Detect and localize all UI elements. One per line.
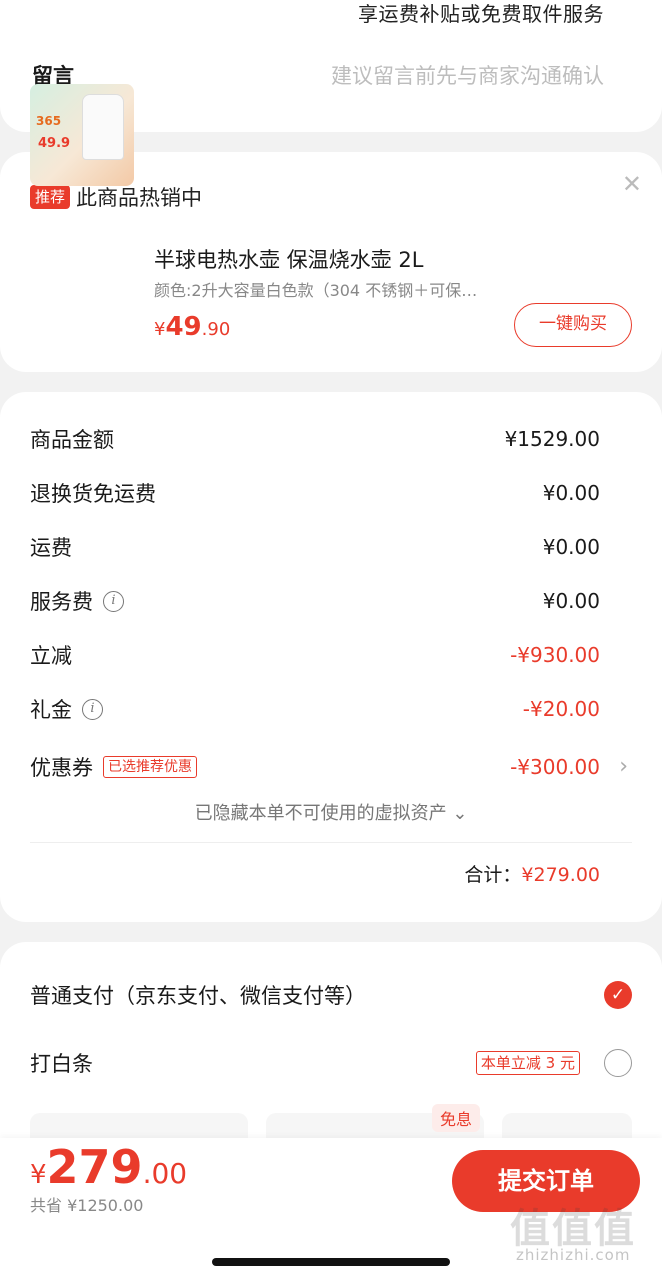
summary-row-coupon[interactable]: 优惠券 已选推荐优惠 -¥300.00 (30, 752, 600, 782)
recommend-header: 推荐 此商品热销中 (30, 182, 202, 212)
summary-row-shipping: 运费 ¥0.00 (30, 532, 600, 562)
service-fee-label: 服务费 (30, 590, 93, 614)
summary-label: 礼金 i (30, 694, 103, 724)
summary-value: ¥0.00 (542, 589, 600, 613)
product-image[interactable]: 365 49.9 (30, 84, 134, 186)
divider (30, 842, 632, 843)
summary-label: 立减 (30, 644, 72, 668)
summary-value: ¥1529.00 (504, 427, 600, 451)
summary-label: 服务费 i (30, 586, 124, 616)
payment-option-baitiao[interactable]: 打白条 本单立减 3 元 (30, 1048, 632, 1078)
watermark-url: zhizhizhi.com (516, 1246, 631, 1264)
total-label: 合计： (464, 864, 522, 886)
coupon-label: 优惠券 (30, 756, 93, 780)
summary-row-discount: 立减 -¥930.00 (30, 640, 600, 670)
bottom-price: ¥279.00 (30, 1140, 187, 1194)
summary-label: 运费 (30, 536, 72, 560)
product-price: ¥49.90 (154, 312, 230, 342)
image-label-365: 365 (36, 114, 62, 128)
home-indicator[interactable] (212, 1258, 450, 1266)
checked-icon[interactable]: ✓ (604, 981, 632, 1009)
image-label-price: 49.9 (38, 136, 71, 151)
summary-label: 商品金额 (30, 428, 114, 452)
interest-free-badge: 免息 (432, 1104, 481, 1132)
hidden-assets-toggle[interactable]: 已隐藏本单不可使用的虚拟资产 ⌄ (0, 799, 662, 825)
summary-value: -¥20.00 (522, 697, 600, 721)
radio-icon[interactable] (604, 1049, 632, 1077)
chevron-right-icon[interactable]: › (619, 754, 628, 779)
message-input[interactable]: 建议留言前先与商家沟通确认 (331, 60, 604, 90)
summary-value: -¥300.00 (510, 755, 600, 779)
summary-label: 优惠券 已选推荐优惠 (30, 752, 197, 782)
product-spec: 颜色:2升大容量白色款（304 不锈钢＋可保… (154, 281, 478, 300)
close-icon[interactable]: ✕ (622, 170, 642, 198)
price-symbol: ¥ (30, 1160, 47, 1190)
summary-row-service-fee: 服务费 i ¥0.00 (30, 586, 600, 616)
gift-label: 礼金 (30, 698, 72, 722)
order-total: 合计：¥279.00 (464, 860, 600, 887)
summary-value: -¥930.00 (510, 643, 600, 667)
return-service-text: 享运费补贴或免费取件服务 (358, 2, 604, 26)
recommend-title: 此商品热销中 (76, 186, 203, 210)
summary-value: ¥0.00 (542, 535, 600, 559)
payment-right: 本单立减 3 元 (475, 1049, 632, 1077)
price-int: 49 (165, 312, 202, 342)
info-icon[interactable]: i (103, 590, 124, 612)
price-int: 279 (46, 1140, 143, 1194)
payment-option-normal[interactable]: 普通支付（京东支付、微信支付等） ✓ (30, 980, 632, 1010)
price-dec: .00 (142, 1157, 188, 1190)
product-name[interactable]: 半球电热水壶 保温烧水壶 2L (154, 244, 423, 274)
info-icon[interactable]: i (82, 698, 103, 720)
total-saved: 共省 ¥1250.00 (30, 1196, 144, 1215)
summary-value: ¥0.00 (542, 481, 600, 505)
coupon-badge: 已选推荐优惠 (103, 756, 197, 778)
summary-label: 退换货免运费 (30, 482, 156, 506)
kettle-shape (82, 94, 124, 160)
total-value: ¥279.00 (521, 864, 600, 886)
payment-label: 打白条 (30, 1052, 93, 1076)
payment-label: 普通支付（京东支付、微信支付等） (30, 984, 366, 1008)
price-dec: .90 (201, 319, 231, 340)
promo-badge: 本单立减 3 元 (475, 1051, 580, 1075)
price-symbol: ¥ (154, 319, 166, 340)
one-click-buy-button[interactable]: 一键购买 (514, 303, 632, 347)
summary-row-goods: 商品金额 ¥1529.00 (30, 424, 600, 454)
summary-row-return-shipping: 退换货免运费 ¥0.00 (30, 478, 600, 508)
summary-row-gift: 礼金 i -¥20.00 (30, 694, 600, 724)
recommend-tag: 推荐 (30, 185, 71, 209)
